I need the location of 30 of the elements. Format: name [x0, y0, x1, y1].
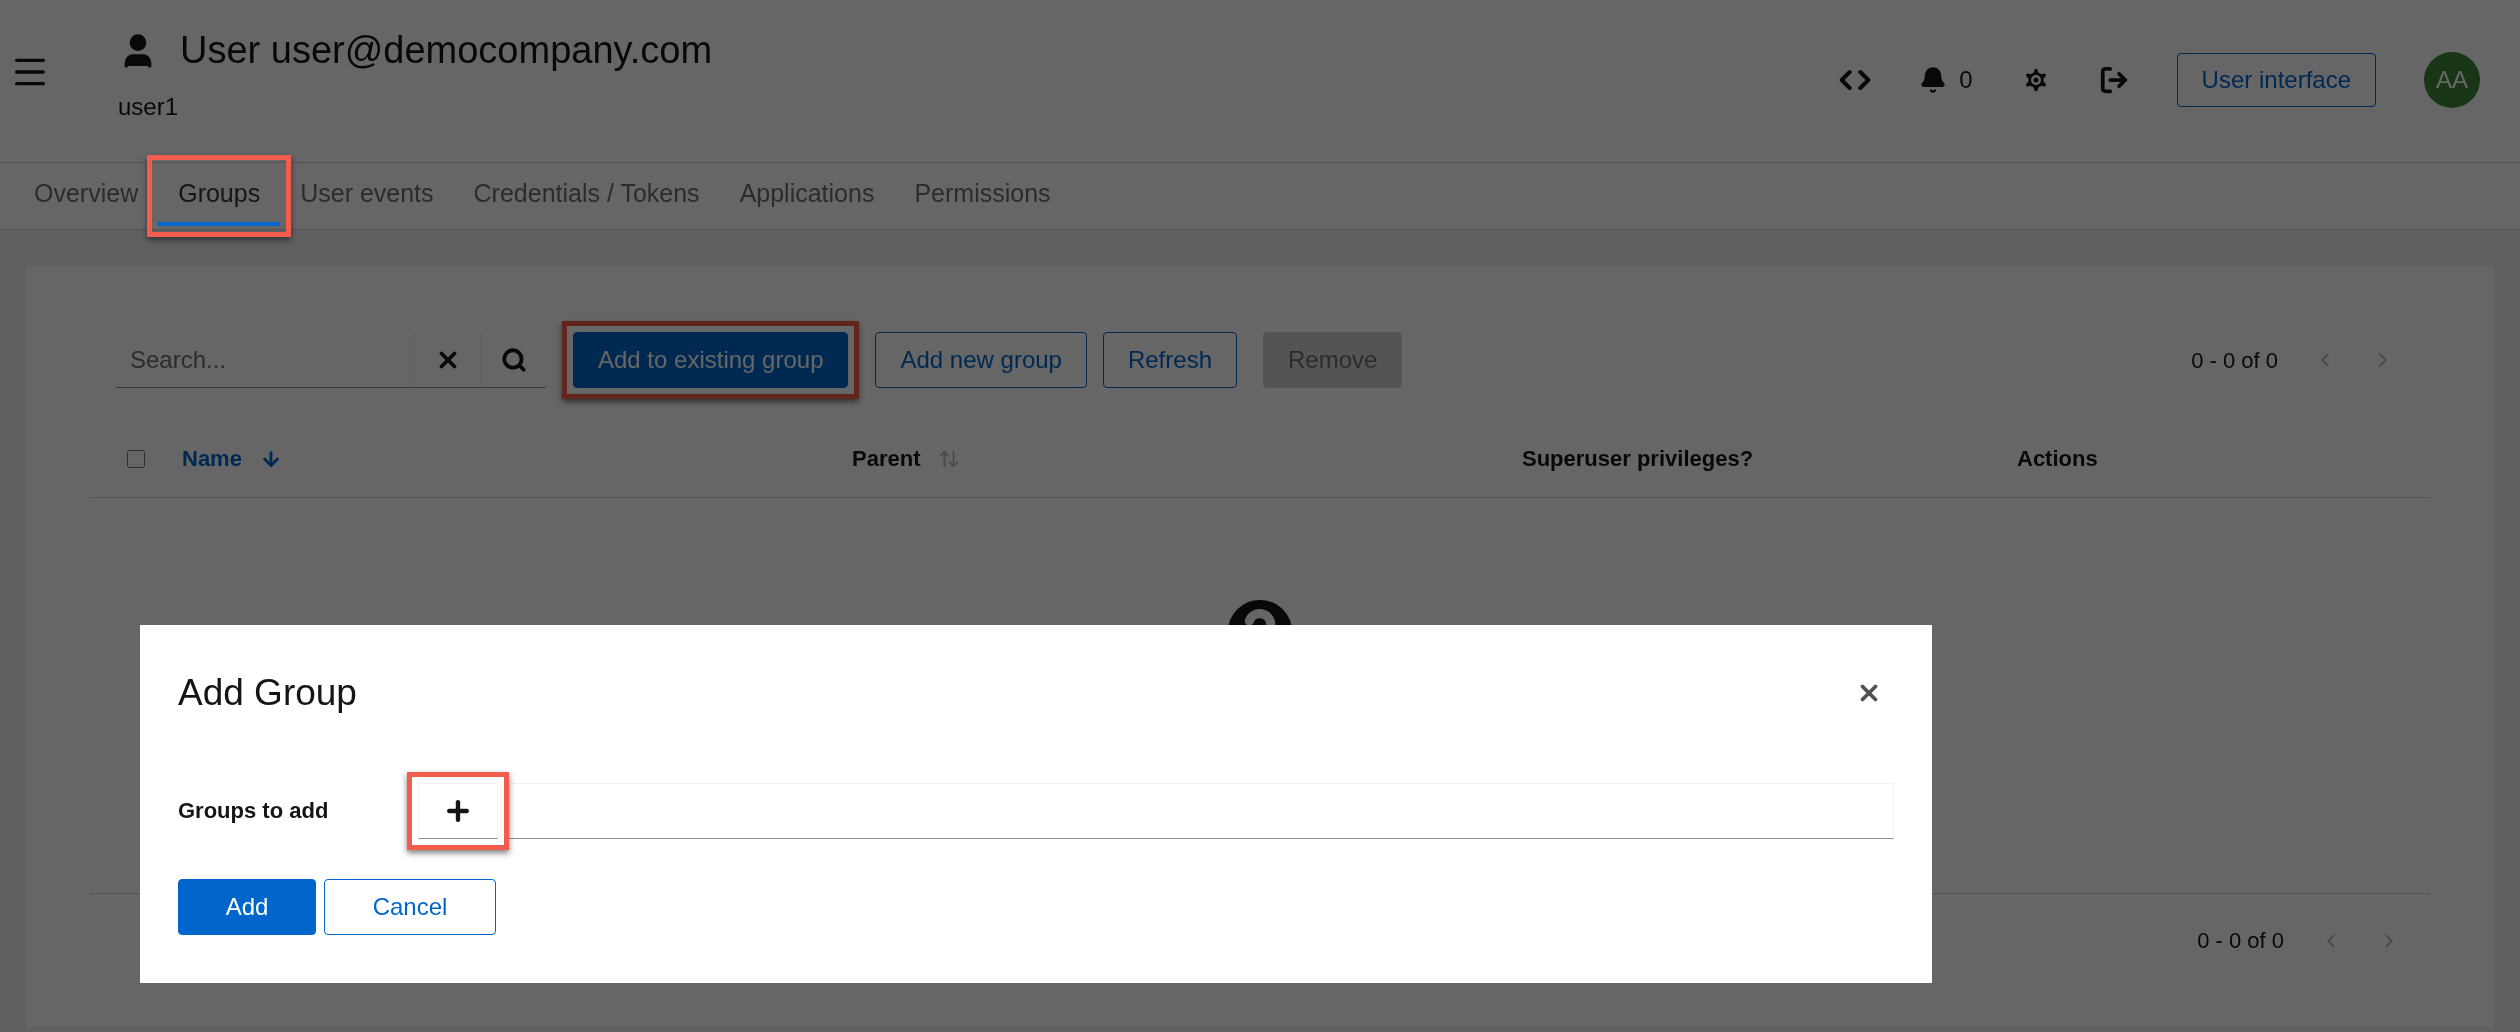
tab[interactable]: Credentials / Tokens — [453, 163, 720, 229]
tab[interactable]: Permissions — [894, 163, 1071, 229]
toolbar-button[interactable]: Add to existing group — [573, 332, 849, 388]
field-label: Groups to add — [178, 797, 330, 825]
toolbar-button[interactable]: Add new group — [875, 332, 1087, 388]
tab[interactable]: Applications — [719, 163, 895, 229]
tab[interactable]: User events — [280, 163, 454, 229]
select-all-checkbox[interactable] — [127, 449, 145, 468]
dialog-button[interactable]: Add — [178, 878, 316, 935]
avatar[interactable]: AA — [2424, 52, 2480, 108]
toolbar-button[interactable]: Refresh — [1102, 332, 1237, 388]
pagination-range: 0 - 0 of 0 — [2197, 927, 2284, 955]
user-interface-button[interactable]: User interface — [2176, 53, 2376, 107]
column-header: Superuser privileges? — [1522, 445, 1754, 473]
logout-icon[interactable] — [2098, 65, 2129, 95]
bell-icon[interactable] — [1919, 66, 1948, 94]
groups-input-field[interactable] — [509, 782, 1894, 839]
column-header[interactable]: Name — [182, 442, 242, 475]
column-header[interactable]: Parent — [852, 442, 921, 475]
dialog-title: Add Group — [178, 671, 357, 715]
tab[interactable]: Overview — [14, 163, 159, 229]
username: user1 — [118, 92, 180, 122]
search-icon[interactable] — [500, 346, 527, 373]
tab[interactable]: Groups — [158, 166, 281, 226]
dialog-button[interactable]: Cancel — [324, 878, 496, 935]
column-header: Actions — [2017, 445, 2098, 473]
pagination-range: 0 - 0 of 0 — [2191, 346, 2278, 375]
notification-count: 0 — [1959, 65, 1973, 95]
add-item-button[interactable] — [418, 782, 498, 839]
page-title: User user@democompany.com — [180, 28, 713, 73]
